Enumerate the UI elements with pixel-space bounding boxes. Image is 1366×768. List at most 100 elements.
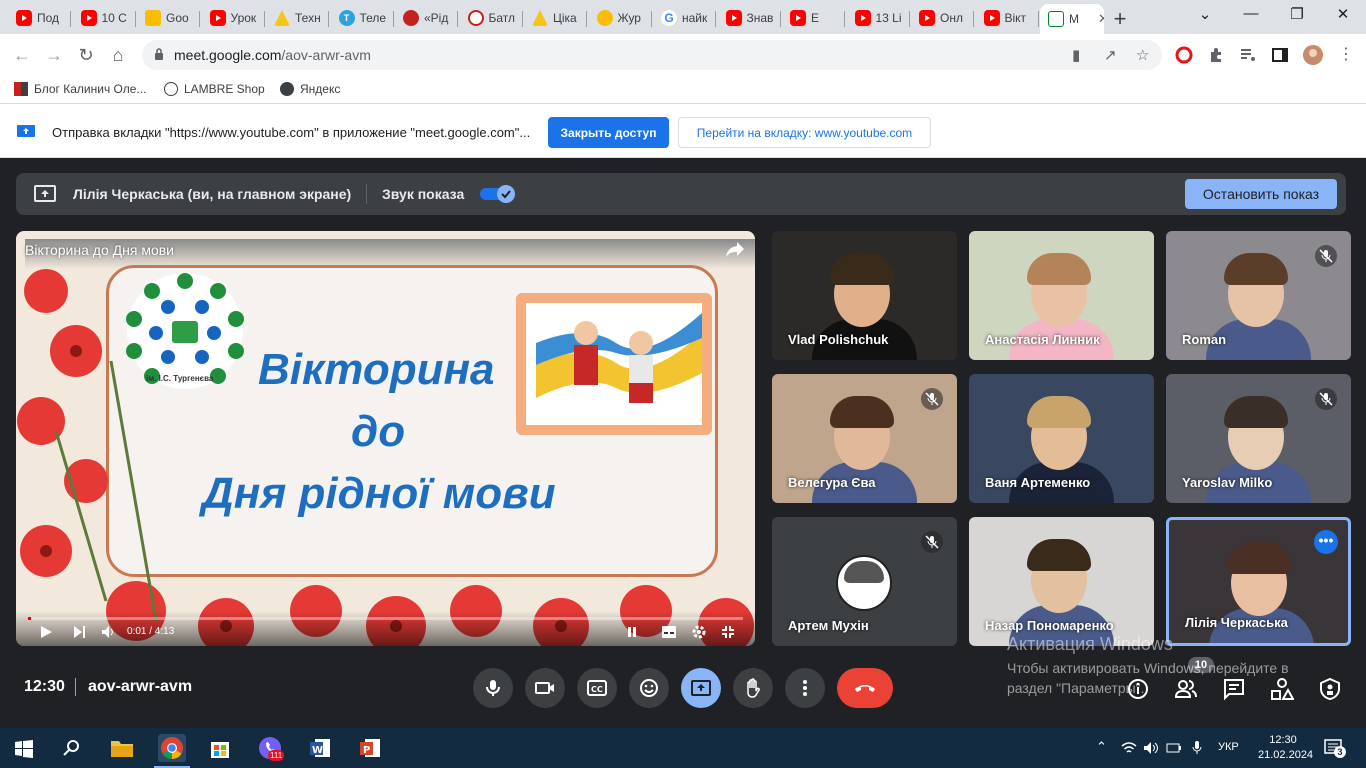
back-button[interactable]: ← (10, 43, 34, 67)
play-icon[interactable] (40, 626, 52, 638)
browser-tab[interactable]: Жур (589, 4, 652, 32)
profile-avatar[interactable] (1303, 45, 1323, 65)
participant-tile[interactable]: Yaroslav Milko (1166, 374, 1351, 503)
stop-presenting-button[interactable]: Остановить показ (1185, 179, 1337, 209)
more-options-button[interactable] (785, 668, 825, 708)
close-window-button[interactable]: ✕ (1328, 5, 1358, 23)
participant-tile[interactable]: Анастасія Линник (969, 231, 1154, 360)
home-button[interactable]: ⌂ (106, 43, 130, 67)
extensions-icon[interactable] (1207, 46, 1225, 64)
file-explorer-icon[interactable] (108, 734, 136, 762)
windows-activation-title: Активация Windows (1007, 634, 1173, 654)
youtube-icon (919, 10, 935, 26)
browser-tab[interactable]: Техн (266, 4, 329, 32)
present-now-button[interactable] (681, 668, 721, 708)
microphone-in-use-icon[interactable] (1191, 740, 1203, 756)
opera-extension-icon[interactable] (1175, 46, 1193, 64)
participant-tile[interactable]: ••• Лілія Черкаська (1166, 517, 1351, 646)
microphone-button[interactable] (473, 668, 513, 708)
address-bar[interactable]: meet.google.com/aov-arwr-avm ▮ ↗ ☆ (142, 40, 1162, 70)
share-page-icon[interactable]: ↗ (1104, 46, 1117, 64)
participant-tile[interactable]: Roman (1166, 231, 1351, 360)
bookmark-item[interactable]: LAMBRE Shop (164, 82, 265, 96)
show-hidden-icons[interactable]: ⌃ (1096, 739, 1107, 755)
taskbar-clock[interactable]: 12:30 21.02.2024 (1258, 733, 1313, 763)
subtitles-icon[interactable] (662, 626, 676, 638)
wifi-icon[interactable] (1121, 741, 1137, 755)
word-icon[interactable]: W (306, 734, 334, 762)
microsoft-store-icon[interactable] (206, 734, 234, 762)
browser-tab[interactable]: Урок (202, 4, 265, 32)
participant-tile[interactable]: Велегура Єва (772, 374, 957, 503)
forward-button[interactable]: → (42, 43, 66, 67)
powerpoint-icon[interactable]: P (356, 734, 384, 762)
browser-tab[interactable]: T Теле (331, 4, 394, 32)
participant-tile[interactable]: Артем Мухін (772, 517, 957, 646)
slide-title-line-3: Дня рідної мови (202, 469, 556, 518)
reload-button[interactable]: ↻ (74, 43, 98, 67)
tile-more-options-icon[interactable]: ••• (1314, 530, 1338, 554)
switch-to-tab-button[interactable]: Перейти на вкладку: www.youtube.com (678, 117, 931, 148)
input-language[interactable]: УКР (1218, 741, 1239, 753)
mic-off-icon (921, 531, 943, 553)
progress-bar[interactable] (28, 617, 743, 620)
settings-gear-icon[interactable] (692, 625, 706, 639)
volume-icon[interactable] (1143, 741, 1159, 755)
share-arrow-icon[interactable] (725, 240, 745, 258)
chrome-menu-icon[interactable]: ⋮ (1334, 43, 1358, 67)
raise-hand-button[interactable] (733, 668, 773, 708)
leave-call-button[interactable] (837, 668, 893, 708)
browser-tab[interactable]: Gнайк (653, 4, 716, 32)
present-screen-icon (691, 680, 711, 696)
camera-button[interactable] (525, 668, 565, 708)
tab-separator (973, 11, 974, 27)
maximize-button[interactable]: ❐ (1282, 5, 1312, 23)
participant-tile[interactable]: Назар Пономаренко (969, 517, 1154, 646)
tab-search-icon[interactable]: ⌄ (1190, 5, 1220, 23)
present-audio-toggle[interactable] (480, 185, 516, 203)
browser-tab[interactable]: Батл (460, 4, 523, 32)
browser-tab[interactable]: Goo (137, 4, 200, 32)
bookmark-item[interactable]: Яндекс (280, 82, 340, 96)
browser-tab[interactable]: Под (8, 4, 71, 32)
browser-tab[interactable]: Знав (718, 4, 781, 32)
browser-tab[interactable]: E (782, 4, 845, 32)
taskbar-time: 12:30 (1269, 734, 1297, 746)
google-icon: G (661, 10, 677, 26)
minimize-button[interactable]: — (1236, 5, 1266, 22)
screen-share-icon (17, 125, 35, 137)
search-icon[interactable] (63, 739, 81, 757)
browser-tab[interactable]: Ціка (524, 4, 587, 32)
participant-tile[interactable]: Ваня Артеменко (969, 374, 1154, 503)
reactions-button[interactable] (629, 668, 669, 708)
chrome-icon[interactable] (154, 734, 190, 768)
bookmark-item[interactable]: Блог Калинич Оле... (14, 82, 146, 96)
volume-icon[interactable] (102, 626, 116, 638)
captions-button[interactable]: CC (577, 668, 617, 708)
tab-title: Ціка (553, 11, 577, 25)
media-control-icon[interactable] (1239, 46, 1257, 64)
next-icon[interactable] (74, 626, 86, 638)
new-tab-button[interactable]: + (1110, 6, 1130, 32)
browser-tab[interactable]: «Рід (395, 4, 458, 32)
browser-tab[interactable]: Вікт (976, 4, 1039, 32)
close-tab-icon[interactable]: ✕ (1098, 11, 1104, 27)
browser-tab[interactable]: Онл (911, 4, 974, 32)
browser-tab[interactable]: 10 С (73, 4, 136, 32)
video-title[interactable]: Вікторина до Дня мови (25, 242, 174, 258)
browser-tab[interactable]: 13 Li (847, 4, 910, 32)
blog-icon (14, 82, 28, 96)
viber-icon[interactable]: 111 (256, 734, 285, 762)
presented-video[interactable]: ім. І.С. Тургенєва Вікторина до Дня рідн… (16, 231, 755, 646)
participant-tile[interactable]: Vlad Polishchuk (772, 231, 957, 360)
battery-icon[interactable] (1166, 741, 1182, 755)
stop-sharing-button[interactable]: Закрыть доступ (548, 117, 669, 148)
pause-toggle-icon[interactable] (628, 626, 644, 638)
camera-in-use-icon[interactable]: ▮ (1072, 46, 1080, 64)
windows-start-icon[interactable] (15, 740, 33, 758)
exit-fullscreen-icon[interactable] (722, 626, 734, 638)
person-hair (1227, 542, 1291, 574)
bookmark-star-icon[interactable]: ☆ (1136, 46, 1149, 64)
side-panel-icon[interactable] (1271, 46, 1289, 64)
browser-tab[interactable]: M ✕ (1040, 4, 1104, 34)
